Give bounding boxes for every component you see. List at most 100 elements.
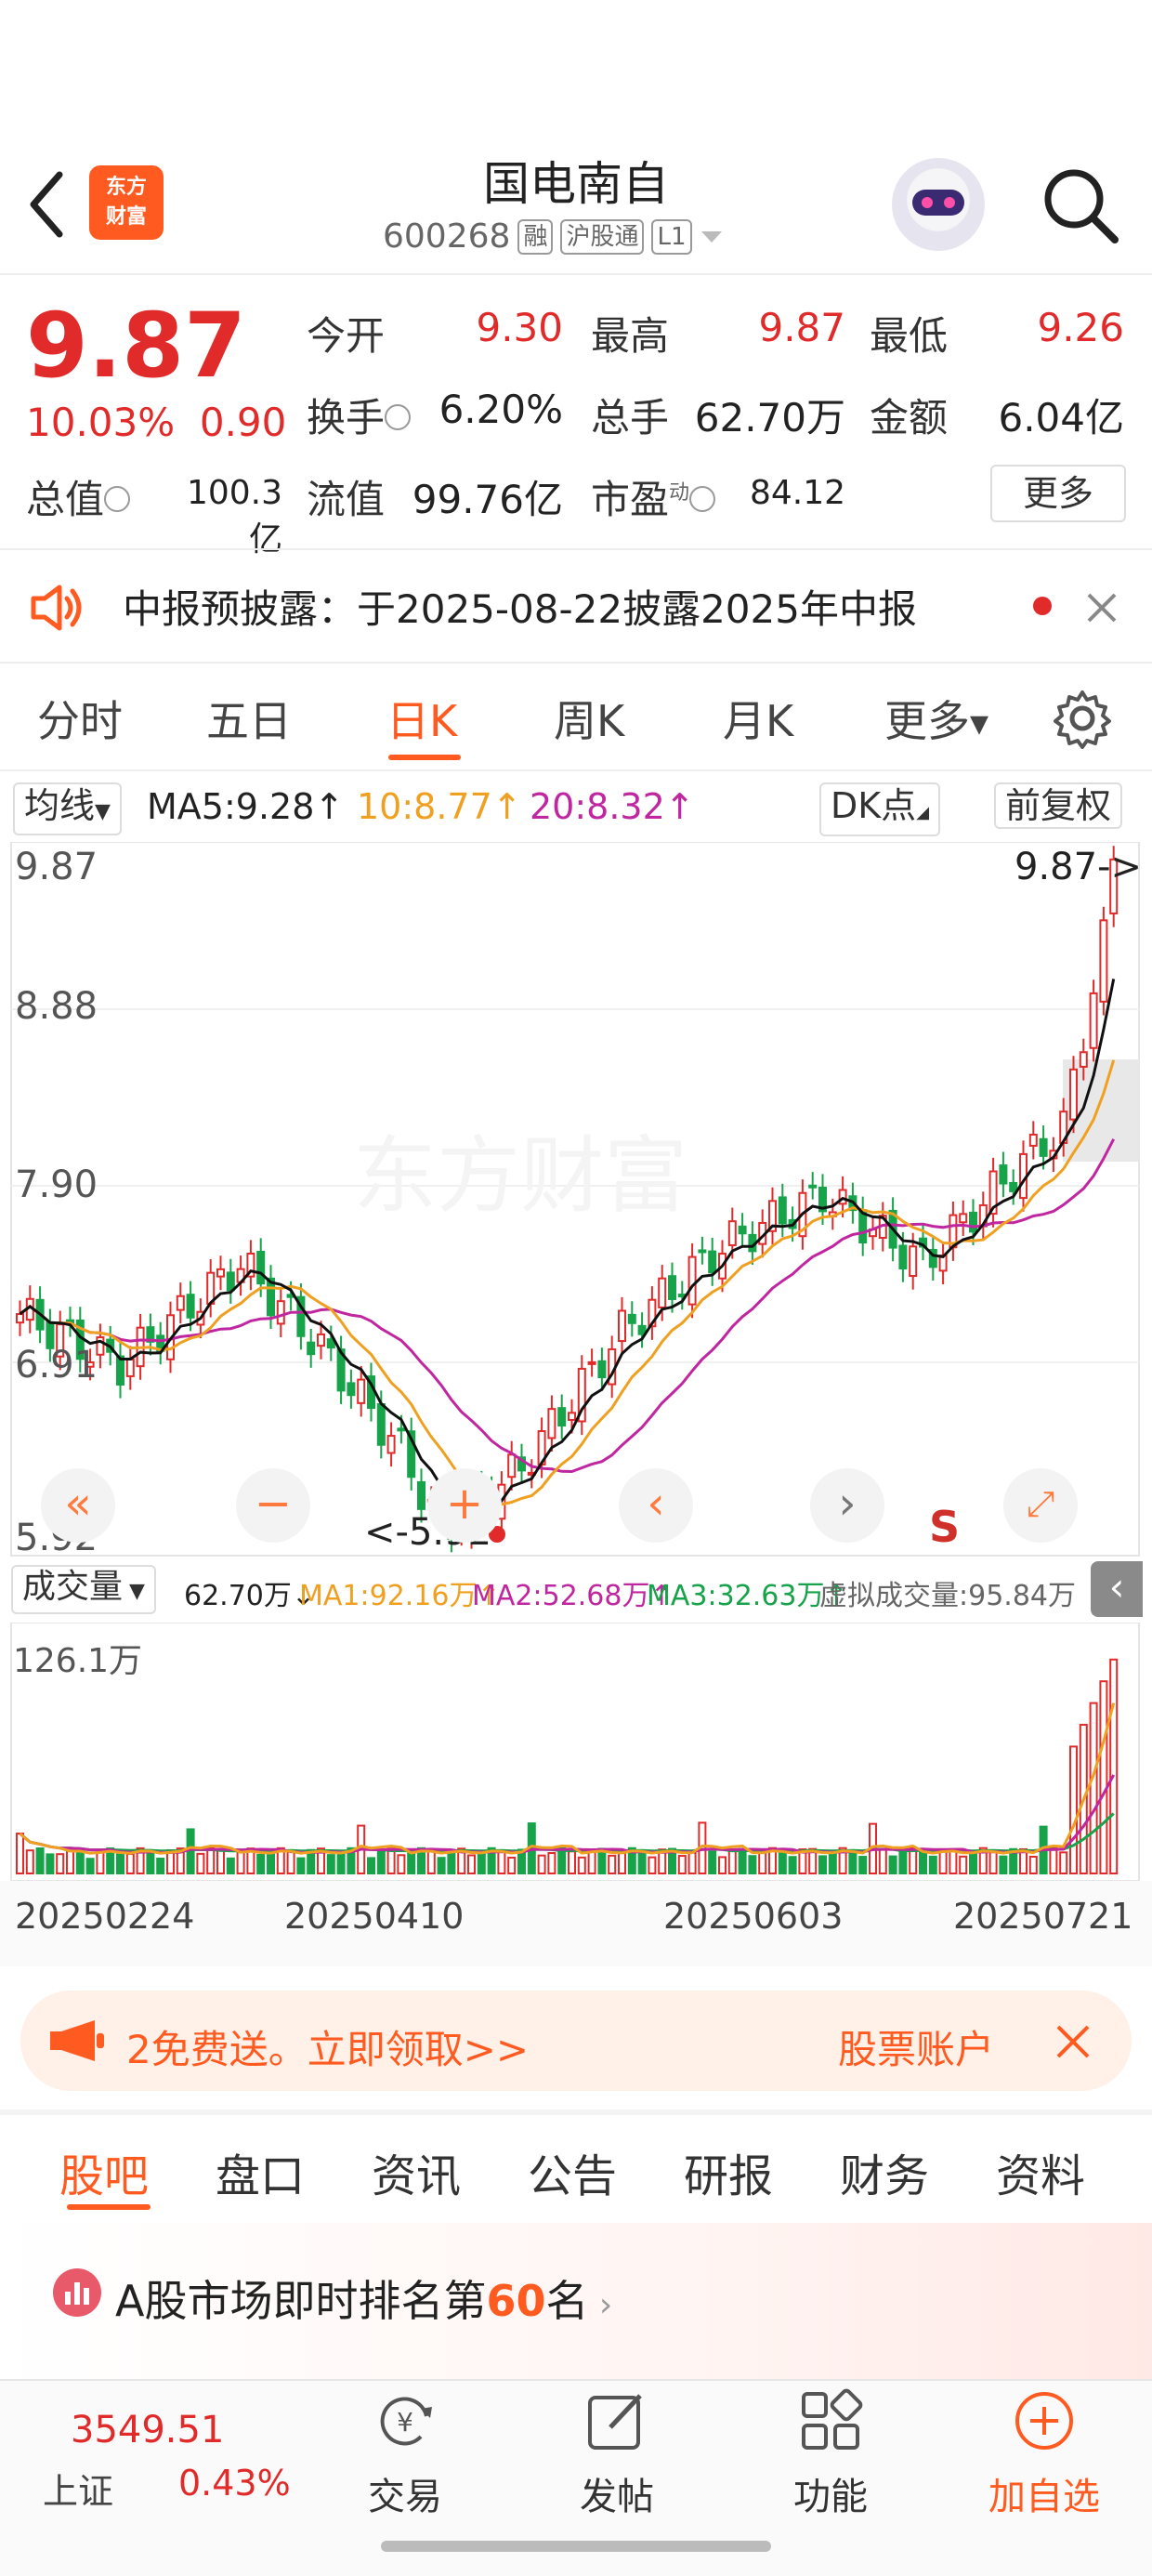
s-signal-marker: S bbox=[929, 1502, 961, 1552]
candle bbox=[627, 1313, 636, 1324]
scroll-left-button[interactable]: ‹ bbox=[619, 1468, 693, 1543]
tag-level1: L1 bbox=[651, 218, 692, 255]
active-tab-underline bbox=[67, 2204, 151, 2210]
index-change: 0.43% bbox=[178, 2463, 291, 2504]
volume-bar bbox=[25, 1849, 34, 1875]
vol-ma3: MA3:32.63万↑ bbox=[647, 1580, 848, 1612]
volume-bar bbox=[848, 1850, 857, 1874]
scroll-right-button[interactable]: › bbox=[810, 1468, 884, 1543]
nav-trade[interactable]: ¥ 交易 bbox=[331, 2388, 479, 2520]
candle bbox=[618, 1309, 626, 1343]
volume-bar bbox=[156, 1857, 165, 1875]
more-quote-button[interactable]: 更多 bbox=[990, 465, 1126, 522]
notice-bar[interactable]: 中报预披露：于2025-08-22披露2025年中报 bbox=[0, 548, 1152, 664]
nav-functions[interactable]: 功能 bbox=[756, 2388, 905, 2520]
info-icon[interactable] bbox=[104, 485, 131, 512]
volume-bar bbox=[1049, 1847, 1058, 1874]
tab-research[interactable]: 研报 bbox=[684, 2139, 773, 2204]
volume-bar bbox=[608, 1854, 617, 1875]
tab-pankou[interactable]: 盘口 bbox=[216, 2139, 305, 2204]
tab-guba[interactable]: 股吧 bbox=[59, 2139, 149, 2204]
zoom-far-left-button[interactable]: « bbox=[41, 1468, 115, 1543]
kline-chart[interactable]: 东方财富 bbox=[0, 842, 1152, 1557]
promo-banner[interactable]: 2免费送。立即领取>> 股票账户 bbox=[20, 1991, 1132, 2091]
adjust-button[interactable]: 前复权 bbox=[994, 782, 1123, 829]
yen-cycle-icon: ¥ bbox=[380, 2397, 432, 2446]
close-icon[interactable] bbox=[1054, 2022, 1093, 2061]
candle bbox=[357, 1378, 366, 1404]
volume-bar bbox=[467, 1854, 476, 1874]
volume-bar bbox=[367, 1857, 375, 1874]
pe-label: 市盈动 bbox=[591, 468, 716, 525]
stock-code-line[interactable]: 600268 融 沪股通 L1 bbox=[383, 217, 724, 256]
dk-point-button[interactable]: DK点◢ bbox=[819, 782, 941, 836]
volume-bar bbox=[818, 1855, 827, 1874]
settings-gear-icon[interactable] bbox=[1052, 688, 1113, 749]
candle bbox=[658, 1277, 667, 1308]
volume-bar bbox=[677, 1855, 687, 1875]
candle bbox=[1028, 1133, 1038, 1147]
float-label: 流值 bbox=[307, 477, 386, 522]
turnover-label: 换手 bbox=[307, 387, 412, 443]
tab-monthly-k[interactable]: 月K bbox=[723, 688, 793, 749]
candle bbox=[687, 1255, 697, 1306]
nav-add-watchlist[interactable]: 加自选 bbox=[970, 2388, 1119, 2520]
candle bbox=[216, 1268, 225, 1278]
collapse-panel-button[interactable]: ‹ bbox=[1091, 1561, 1143, 1617]
tab-five-day[interactable]: 五日 bbox=[206, 688, 292, 749]
candle bbox=[1039, 1137, 1048, 1157]
volume-bar bbox=[828, 1851, 837, 1875]
tab-profile[interactable]: 资料 bbox=[996, 2139, 1085, 2204]
stock-code: 600268 bbox=[383, 217, 511, 256]
index-name: 上证 bbox=[43, 2471, 114, 2512]
tab-daily-k[interactable]: 日K bbox=[386, 688, 457, 749]
tab-weekly-k[interactable]: 周K bbox=[554, 688, 624, 749]
vol-ma1-line bbox=[19, 1702, 1116, 1855]
fullscreen-expand-icon[interactable]: ⤢ bbox=[1003, 1468, 1078, 1543]
x-date: 20250410 bbox=[284, 1896, 465, 1937]
volume-bar bbox=[507, 1857, 517, 1874]
volume-mode-select[interactable]: 成交量 ▼ bbox=[11, 1565, 156, 1614]
vol-value: 62.70万↓ bbox=[184, 1580, 316, 1612]
edit-icon bbox=[588, 2394, 642, 2450]
high-marker: 9.87-> bbox=[1015, 846, 1143, 888]
vol-ma1: MA1:92.16万↑ bbox=[299, 1580, 501, 1612]
zoom-out-button[interactable]: − bbox=[236, 1468, 310, 1543]
candle bbox=[568, 1412, 576, 1421]
zoom-in-button[interactable]: + bbox=[427, 1468, 502, 1543]
volume-bar bbox=[858, 1856, 868, 1875]
volume-bar bbox=[988, 1851, 998, 1875]
volume-chart[interactable] bbox=[0, 1623, 1152, 1883]
volume-bar bbox=[116, 1853, 124, 1874]
promo-text: 2免费送。立即领取>> bbox=[126, 2027, 530, 2072]
index-value[interactable]: 3549.51 bbox=[71, 2409, 224, 2451]
volume-bar bbox=[296, 1857, 306, 1875]
ma-mode-select[interactable]: 均线▼ bbox=[13, 782, 122, 835]
tab-finance[interactable]: 财务 bbox=[840, 2139, 929, 2204]
volume-bar bbox=[1109, 1658, 1119, 1875]
volume-label: 总手 bbox=[591, 395, 670, 440]
open-label: 今开 bbox=[307, 313, 386, 359]
volume-bar bbox=[196, 1852, 205, 1875]
tab-intraday[interactable]: 分时 bbox=[37, 688, 123, 749]
volume-bar bbox=[437, 1857, 446, 1875]
volume-bar bbox=[226, 1857, 235, 1875]
tab-more[interactable]: 更多▼ bbox=[884, 688, 988, 749]
volume-bar bbox=[426, 1850, 436, 1875]
info-icon[interactable] bbox=[385, 403, 412, 430]
search-icon[interactable] bbox=[1039, 164, 1122, 247]
candle bbox=[738, 1225, 747, 1235]
tab-announcements[interactable]: 公告 bbox=[528, 2139, 617, 2204]
caret-down-icon bbox=[700, 230, 722, 243]
close-icon[interactable] bbox=[1083, 589, 1120, 626]
mktcap-label: 总值 bbox=[26, 468, 131, 525]
nav-post[interactable]: 发帖 bbox=[543, 2388, 691, 2520]
volume-bar bbox=[125, 1853, 135, 1875]
tab-news[interactable]: 资讯 bbox=[372, 2139, 461, 2204]
assistant-robot-icon[interactable] bbox=[892, 158, 985, 251]
volume-bar bbox=[898, 1851, 908, 1874]
volume-bar bbox=[758, 1851, 767, 1874]
float-value: 99.76亿 bbox=[412, 477, 563, 522]
info-icon[interactable] bbox=[689, 485, 716, 512]
home-indicator bbox=[381, 2541, 771, 2552]
